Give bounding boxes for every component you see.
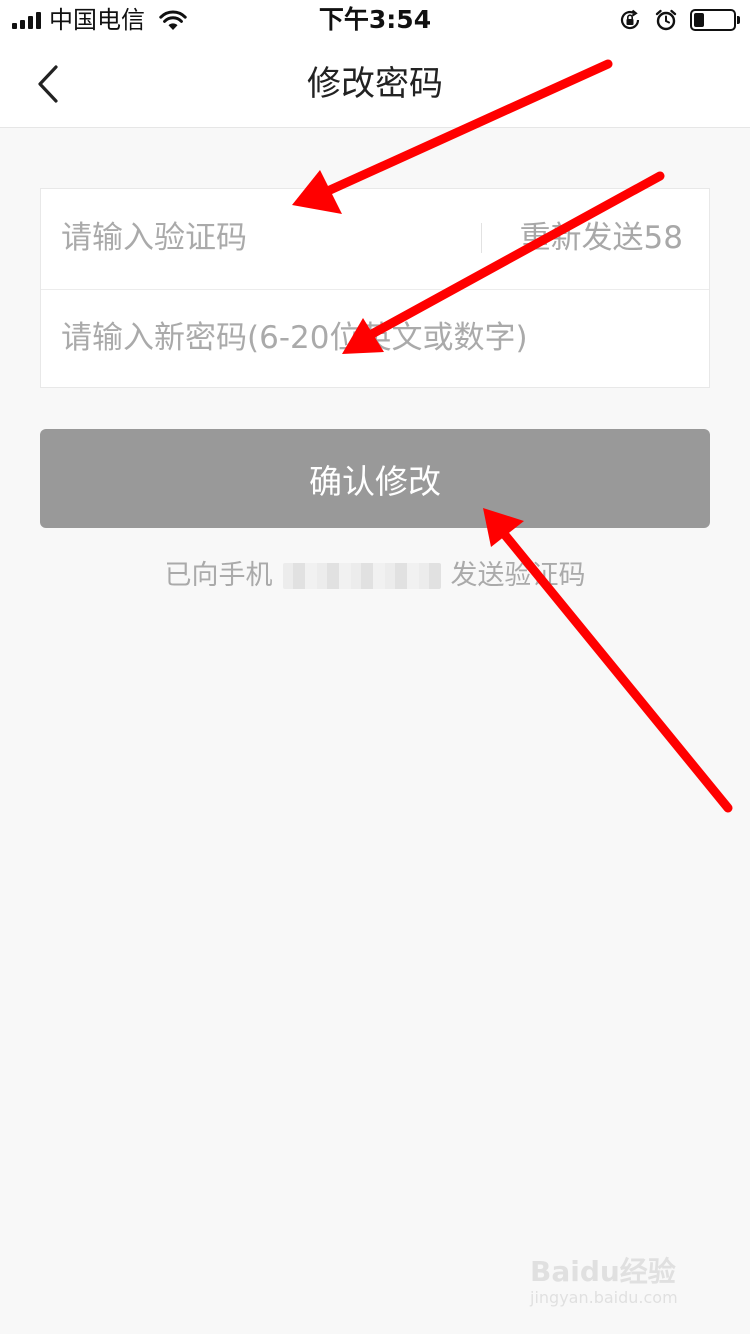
status-bar: 中国电信 下午3:54 [0, 0, 750, 40]
orientation-lock-icon [620, 9, 640, 30]
new-password-input[interactable] [61, 313, 681, 363]
password-form: 重新发送58 [40, 188, 710, 388]
status-bar-right [618, 6, 740, 34]
divider [481, 223, 482, 253]
sms-hint: 已向手机 发送验证码 [0, 556, 750, 596]
new-password-row [41, 289, 709, 389]
page-title: 修改密码 [307, 64, 443, 104]
watermark-url: jingyan.baidu.com [530, 1288, 678, 1307]
battery-level [694, 13, 704, 27]
confirm-change-button[interactable]: 确认修改 [40, 429, 710, 528]
verification-code-row: 重新发送58 [41, 189, 709, 290]
nav-bar: 修改密码 [0, 40, 750, 128]
baidu-jingyan-watermark: Baidu经验 jingyan.baidu.com [530, 1256, 710, 1316]
masked-phone-number [282, 563, 441, 589]
verification-code-input[interactable] [61, 213, 461, 263]
hint-suffix: 发送验证码 [450, 560, 586, 591]
resend-code-button[interactable]: 重新发送58 [520, 217, 683, 259]
arrow-to-confirm-button [483, 508, 733, 813]
battery-icon [690, 9, 740, 31]
alarm-icon [655, 9, 677, 31]
watermark-logo: Baidu经验 [530, 1255, 676, 1288]
hint-prefix: 已向手机 [164, 560, 273, 591]
